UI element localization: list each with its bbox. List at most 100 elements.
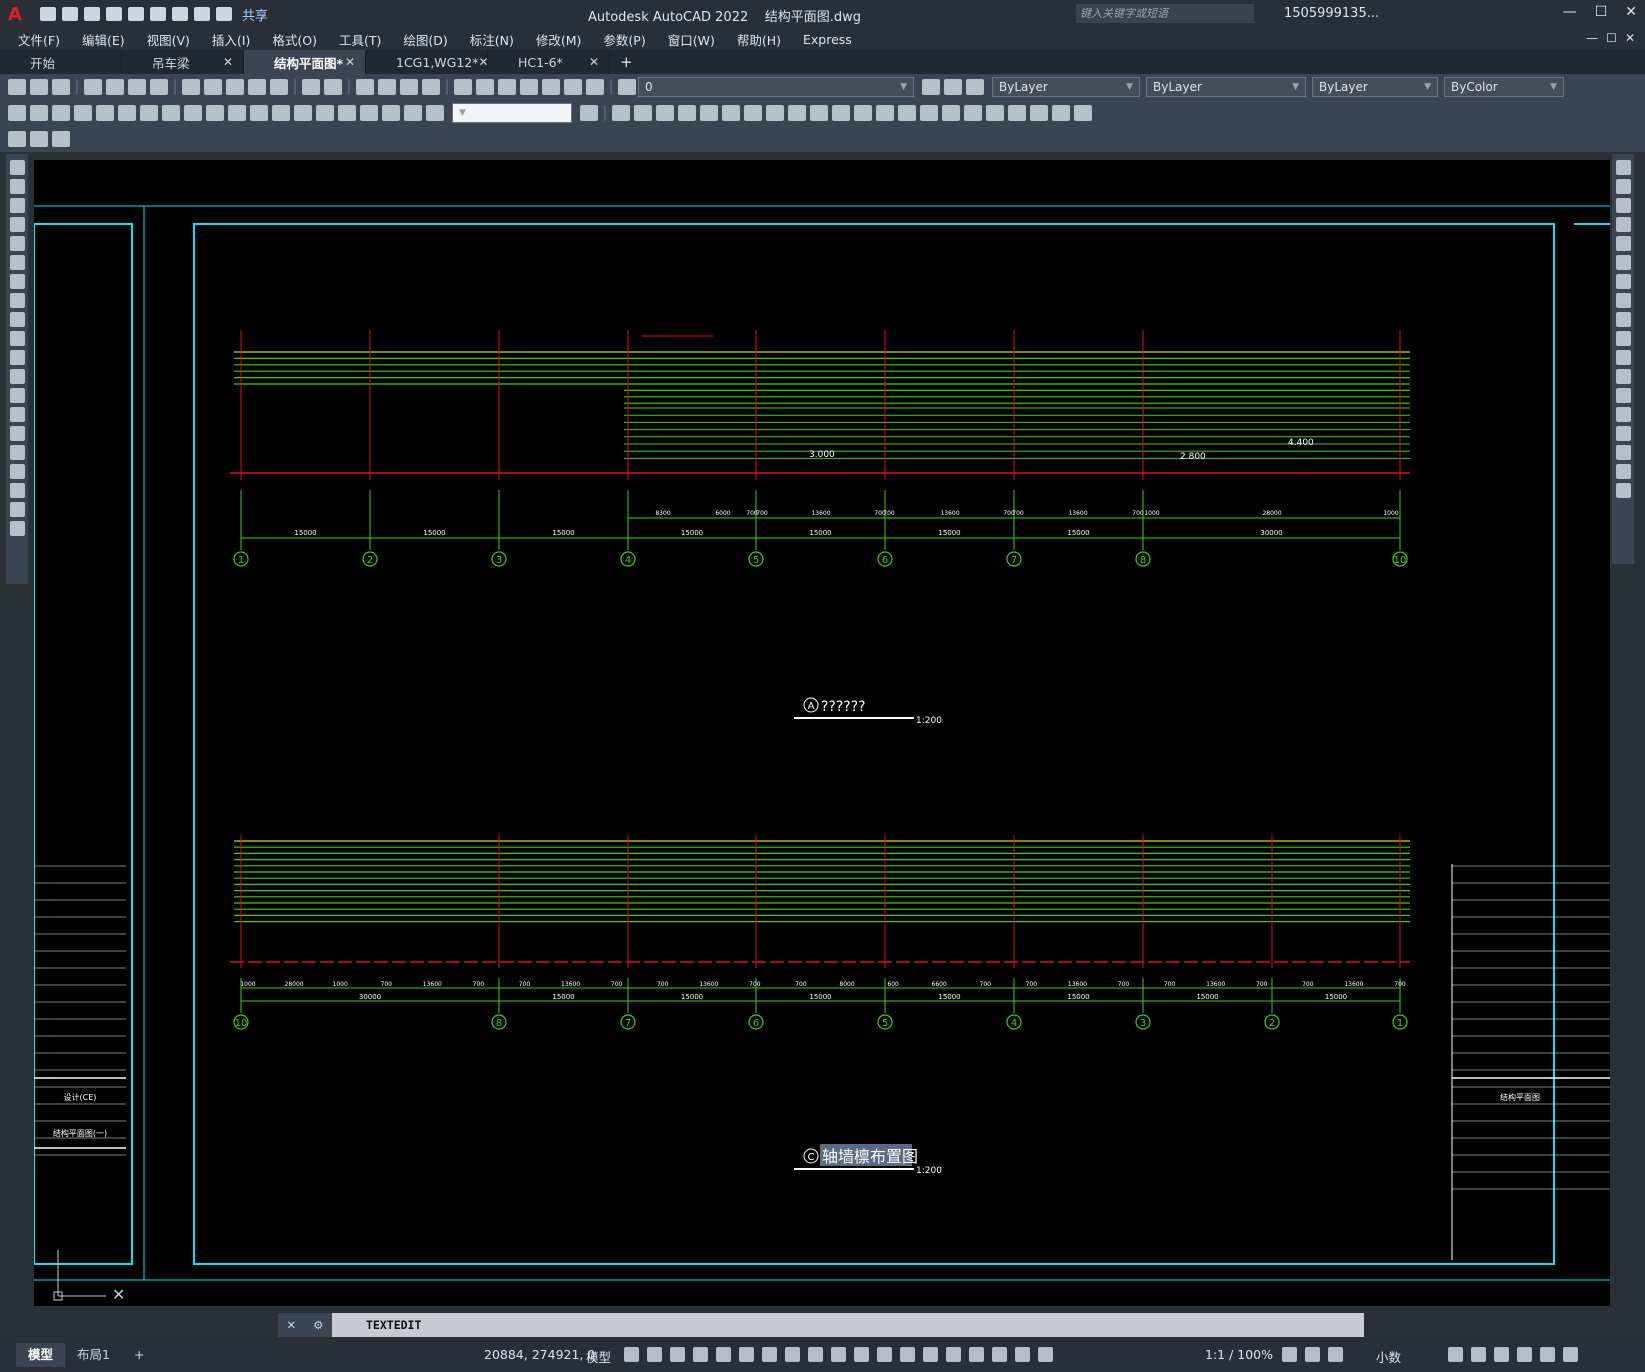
dimension-update-icon[interactable] <box>426 105 444 121</box>
block-editor-icon[interactable] <box>270 79 288 95</box>
copy-icon[interactable] <box>204 79 222 95</box>
menu-tools[interactable]: 工具(T) <box>328 30 392 49</box>
customize-icon[interactable]: ⚙ <box>313 1318 323 1332</box>
scale-icon[interactable] <box>766 105 784 121</box>
pan-icon[interactable] <box>356 79 374 95</box>
stretch-icon[interactable] <box>1615 312 1631 327</box>
chamfer-icon[interactable] <box>1615 426 1631 441</box>
layer-isolate-icon[interactable] <box>8 131 26 147</box>
tab-start[interactable]: 开始 <box>0 50 122 74</box>
draw-order-icon[interactable] <box>1008 105 1026 121</box>
open-file-icon[interactable] <box>61 7 78 21</box>
blend-icon[interactable] <box>1615 464 1631 479</box>
undo-icon[interactable] <box>302 79 320 95</box>
trim-icon[interactable] <box>1615 331 1631 346</box>
menu-window[interactable]: 窗口(W) <box>657 30 726 49</box>
properties-icon[interactable] <box>454 79 472 95</box>
lineweight-dropdown[interactable]: ByLayer ▼ <box>1312 77 1438 97</box>
mirror-icon[interactable] <box>656 105 674 121</box>
plotstyle-dropdown[interactable]: ByColor ▼ <box>1444 77 1564 97</box>
tab-close-icon[interactable]: ✕ <box>345 55 355 69</box>
tab-close-icon[interactable]: ✕ <box>589 55 599 69</box>
menu-format[interactable]: 格式(O) <box>261 30 328 49</box>
erase-icon[interactable] <box>1615 160 1631 175</box>
preview-icon[interactable] <box>106 79 124 95</box>
break-icon[interactable] <box>854 105 872 121</box>
annotation-monitor-icon[interactable] <box>1305 1347 1320 1362</box>
jogged-linear-icon[interactable] <box>360 105 378 121</box>
extend-icon[interactable] <box>1615 350 1631 365</box>
plot-icon[interactable] <box>84 79 102 95</box>
isodraft-icon[interactable] <box>762 1347 777 1362</box>
help-icon[interactable] <box>586 79 604 95</box>
color-dropdown[interactable]: ByLayer ▼ <box>992 77 1140 97</box>
insert-block-icon[interactable] <box>9 369 25 384</box>
move-icon[interactable] <box>722 105 740 121</box>
rotate-icon[interactable] <box>1615 274 1631 289</box>
dimension-break-icon[interactable] <box>272 105 290 121</box>
join-icon[interactable] <box>1615 407 1631 422</box>
units-dropdown[interactable]: 小数 <box>1376 1347 1401 1366</box>
stretch-icon[interactable] <box>788 105 806 121</box>
clean-screen-icon[interactable] <box>1540 1347 1555 1362</box>
dynamic-input-icon[interactable] <box>693 1347 708 1362</box>
polygon-icon[interactable] <box>9 217 25 232</box>
rectangle-icon[interactable] <box>9 236 25 251</box>
maximize-button[interactable]: ☐ <box>1595 4 1608 20</box>
explode-icon[interactable] <box>1615 483 1631 498</box>
object-snap-icon[interactable] <box>808 1347 823 1362</box>
make-block-icon[interactable] <box>9 388 25 403</box>
annotation-scale[interactable]: 1:1 / 100% <box>1205 1347 1273 1362</box>
diameter-icon[interactable] <box>140 105 158 121</box>
annotation-scale-icon[interactable] <box>1038 1347 1053 1362</box>
menu-edit[interactable]: 编辑(E) <box>71 30 136 49</box>
table-icon[interactable] <box>9 483 25 498</box>
ordinate-icon[interactable] <box>74 105 92 121</box>
arc-icon[interactable] <box>9 255 25 270</box>
tab-structure-plan[interactable]: 结构平面图* ✕ <box>244 50 366 74</box>
units-icon[interactable] <box>1328 1347 1343 1362</box>
doc-close-button[interactable]: ✕ <box>1625 31 1635 45</box>
wipeout-icon[interactable] <box>1074 105 1092 121</box>
menu-view[interactable]: 视图(V) <box>136 30 201 49</box>
menu-parametric[interactable]: 参数(P) <box>592 30 656 49</box>
continue-icon[interactable] <box>228 105 246 121</box>
markup-icon[interactable] <box>542 79 560 95</box>
make-current-layer-icon[interactable] <box>922 79 940 95</box>
line-icon[interactable] <box>9 160 25 175</box>
move-icon[interactable] <box>1615 255 1631 270</box>
command-line[interactable]: ✕ ⚙ TEXTEDIT <box>278 1313 1364 1337</box>
join-icon[interactable] <box>876 105 894 121</box>
jogged-icon[interactable] <box>118 105 136 121</box>
paste-icon[interactable] <box>226 79 244 95</box>
model-space-toggle[interactable]: 模型 <box>586 1347 611 1366</box>
angular-icon[interactable] <box>162 105 180 121</box>
center-mark-icon[interactable] <box>316 105 334 121</box>
lineweight-icon[interactable] <box>831 1347 846 1362</box>
quick-properties-icon[interactable] <box>1448 1347 1463 1362</box>
snap-icon[interactable] <box>647 1347 662 1362</box>
plot-icon[interactable] <box>171 7 188 21</box>
offset-icon[interactable] <box>1615 217 1631 232</box>
search-input[interactable]: 键入关键字或短语 <box>1076 4 1254 23</box>
zoom-realtime-icon[interactable] <box>378 79 396 95</box>
fillet-icon[interactable] <box>920 105 938 121</box>
menu-draw[interactable]: 绘图(D) <box>392 30 458 49</box>
layer-state-icon[interactable] <box>966 79 984 95</box>
3d-print-icon[interactable] <box>150 79 168 95</box>
hardware-acceleration-icon[interactable] <box>1517 1347 1532 1362</box>
trim-icon[interactable] <box>810 105 828 121</box>
layer-previous-icon[interactable] <box>944 79 962 95</box>
rotate-icon[interactable] <box>744 105 762 121</box>
baseline-icon[interactable] <box>206 105 224 121</box>
aligned-dimension-icon[interactable] <box>30 105 48 121</box>
sheet-set-icon[interactable] <box>520 79 538 95</box>
zoom-window-icon[interactable] <box>400 79 418 95</box>
selection-cycling-icon[interactable] <box>877 1347 892 1362</box>
linetype-dropdown[interactable]: ByLayer ▼ <box>1146 77 1306 97</box>
layer-dropdown[interactable]: 0 ▼ <box>638 77 914 97</box>
ortho-icon[interactable] <box>716 1347 731 1362</box>
zoom-previous-icon[interactable] <box>422 79 440 95</box>
doc-minimize-button[interactable]: — <box>1586 31 1598 45</box>
dimension-style-icon[interactable] <box>580 105 598 121</box>
